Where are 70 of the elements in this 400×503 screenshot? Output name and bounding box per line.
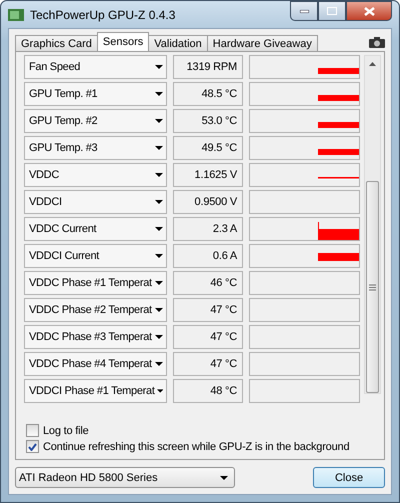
caret-icon	[155, 200, 163, 204]
sensor-dropdown[interactable]: GPU Temp. #1	[24, 82, 167, 106]
sensor-dropdown[interactable]: GPU Temp. #3	[24, 136, 167, 160]
caret-icon	[155, 308, 163, 312]
scroll-thumb[interactable]	[366, 181, 379, 393]
check-icon	[28, 442, 37, 450]
caret-icon	[155, 254, 163, 258]
sensor-value: 47 °C	[173, 298, 243, 322]
close-button[interactable]	[346, 1, 392, 21]
sensor-value: 46 °C	[173, 271, 243, 295]
sensor-dropdown[interactable]: VDDC Phase #2 Temperat	[24, 298, 167, 322]
sensor-dropdown[interactable]: Fan Speed	[24, 55, 167, 79]
grip-icon	[369, 284, 376, 291]
sensor-value: 53.0 °C	[173, 109, 243, 133]
sensor-dropdown[interactable]: VDDC Phase #1 Temperat	[24, 271, 167, 295]
sensor-value: 48 °C	[173, 379, 243, 403]
maximize-button[interactable]	[318, 1, 346, 21]
sensor-value: 0.9500 V	[173, 190, 243, 214]
checkbox-label: Log to file	[43, 424, 89, 436]
graph-trace	[318, 68, 359, 74]
graph-trace	[318, 253, 359, 261]
caret-icon	[155, 65, 163, 69]
sensor-value: 1319 RPM	[173, 55, 243, 79]
tab[interactable]: Hardware Giveaway	[206, 35, 318, 51]
scroll-up-icon[interactable]	[369, 62, 376, 66]
device-dropdown[interactable]: ATI Radeon HD 5800 Series	[15, 467, 235, 488]
graph-trace	[318, 122, 359, 128]
caret-icon	[155, 146, 163, 150]
sensor-value: 48.5 °C	[173, 82, 243, 106]
sensor-dropdown[interactable]: GPU Temp. #2	[24, 109, 167, 133]
graph-trace	[318, 95, 359, 101]
maximize-icon	[327, 7, 337, 15]
checkbox[interactable]	[26, 424, 39, 437]
caret-icon	[155, 281, 163, 285]
graph-trace	[318, 149, 359, 155]
sensor-value: 47 °C	[173, 325, 243, 349]
sensor-dropdown[interactable]: VDDCI	[24, 190, 167, 214]
close-icon	[364, 6, 374, 16]
window-title: TechPowerUp GPU-Z 0.4.3	[30, 8, 176, 22]
caret-icon	[220, 476, 228, 480]
tab[interactable]: Sensors	[96, 32, 150, 51]
caret-icon	[155, 173, 163, 177]
caret-icon	[155, 92, 163, 96]
sensor-dropdown[interactable]: VDDC	[24, 163, 167, 187]
sensor-value: 2.3 A	[173, 217, 243, 241]
tab[interactable]: Validation	[148, 35, 208, 51]
sensor-value: 47 °C	[173, 352, 243, 376]
sensor-value: 49.5 °C	[173, 136, 243, 160]
minimize-icon	[300, 10, 308, 12]
sensor-dropdown[interactable]: VDDC Phase #3 Temperat	[24, 325, 167, 349]
tab[interactable]: Graphics Card	[15, 35, 98, 51]
sensor-value: 1.1625 V	[173, 163, 243, 187]
close-button[interactable]: Close	[313, 467, 385, 488]
checkbox-label: Continue refreshing this screen while GPU-Z is in the background	[43, 440, 350, 452]
sensor-dropdown[interactable]: VDDCI Phase #1 Temperat	[24, 379, 167, 403]
sensor-value: 0.6 A	[173, 244, 243, 268]
caret-icon	[155, 227, 163, 231]
app-icon	[8, 8, 24, 20]
caret-icon	[155, 119, 163, 123]
graph-trace	[318, 222, 359, 240]
scrollbar[interactable]	[364, 55, 381, 394]
checkbox[interactable]	[26, 440, 39, 453]
sensor-dropdown[interactable]: VDDC Current	[24, 217, 167, 241]
caret-icon	[156, 389, 163, 393]
caret-icon	[155, 362, 163, 366]
sensor-dropdown[interactable]: VDDCI Current	[24, 244, 167, 268]
sensor-dropdown[interactable]: VDDC Phase #4 Temperat	[24, 352, 167, 376]
camera-icon[interactable]	[369, 36, 385, 48]
minimize-button[interactable]	[290, 1, 318, 21]
caret-icon	[155, 335, 163, 339]
